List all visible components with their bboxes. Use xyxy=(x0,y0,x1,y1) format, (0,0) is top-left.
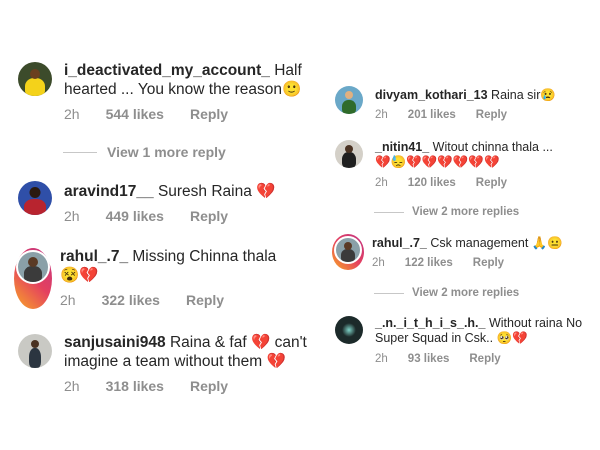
comment-item: rahul_.7_ Csk management 🙏😐 2h 122 likes… xyxy=(332,234,597,271)
timestamp: 2h xyxy=(64,377,80,394)
comment-meta: 2h 122 likes Reply xyxy=(372,256,597,270)
reply-button[interactable]: Reply xyxy=(190,106,228,123)
avatar[interactable] xyxy=(334,236,362,264)
likes-count[interactable]: 201 likes xyxy=(408,108,456,122)
comment-meta: 2h 318 likes Reply xyxy=(64,378,319,395)
avatar[interactable] xyxy=(18,181,52,215)
reply-button[interactable]: Reply xyxy=(476,108,507,122)
reply-button[interactable]: Reply xyxy=(190,378,228,395)
divider xyxy=(63,151,97,153)
comment-content: sanjusaini948 Raina & faf 💔 can't imagin… xyxy=(64,334,319,395)
comment-content: i_deactivated_my_account_ Half hearted .… xyxy=(64,62,319,123)
comment-text: Csk management xyxy=(430,236,529,250)
comment-content: rahul_.7_ Csk management 🙏😐 2h 122 likes… xyxy=(372,234,597,270)
likes-count[interactable]: 322 likes xyxy=(102,292,160,309)
timestamp: 2h xyxy=(375,176,388,189)
likes-count[interactable]: 544 likes xyxy=(106,106,164,123)
likes-count[interactable]: 318 likes xyxy=(106,378,164,395)
comment-meta: 2h 544 likes Reply xyxy=(64,106,319,123)
username[interactable]: rahul_.7_ xyxy=(372,236,427,250)
likes-count[interactable]: 120 likes xyxy=(408,176,456,190)
comment-meta: 2h 120 likes Reply xyxy=(375,176,600,190)
username[interactable]: aravind17__ xyxy=(64,183,154,200)
timestamp: 2h xyxy=(372,257,385,270)
view-more-label[interactable]: View 2 more replies xyxy=(412,206,519,218)
broken-heart-icon: 💔 xyxy=(266,352,286,370)
comment-text: Suresh Raina xyxy=(157,183,252,200)
timestamp: 2h xyxy=(60,291,76,308)
avatar[interactable] xyxy=(335,316,363,344)
avatar[interactable] xyxy=(18,334,52,368)
view-more-label[interactable]: View 1 more reply xyxy=(107,144,226,160)
comment-text: Missing Chinna thala xyxy=(132,248,277,265)
broken-heart-icon: 💔 xyxy=(256,183,276,200)
divider xyxy=(374,292,404,294)
reply-button[interactable]: Reply xyxy=(186,292,224,309)
comment-content: aravind17__ Suresh Raina 💔 2h 449 likes … xyxy=(64,181,319,225)
view-more-replies[interactable]: View 1 more reply xyxy=(63,144,226,160)
comment-item: i_deactivated_my_account_ Half hearted .… xyxy=(18,62,319,123)
username[interactable]: i_deactivated_my_account_ xyxy=(64,62,270,79)
reply-button[interactable]: Reply xyxy=(469,352,500,366)
comment-text: Raina sir xyxy=(491,88,541,102)
view-more-replies[interactable]: View 2 more replies xyxy=(374,206,519,218)
comment-meta: 2h 322 likes Reply xyxy=(60,292,315,309)
comment-content: _.n._i_t_h_i_s_.h._ Without raina No Sup… xyxy=(375,316,600,366)
comment-meta: 2h 449 likes Reply xyxy=(64,208,319,225)
avatar[interactable] xyxy=(16,250,50,284)
view-more-label[interactable]: View 2 more replies xyxy=(412,287,519,299)
comment-item: aravind17__ Suresh Raina 💔 2h 449 likes … xyxy=(18,181,319,225)
emoji: 🙏😐 xyxy=(531,236,563,250)
comment-item: _.n._i_t_h_i_s_.h._ Without raina No Sup… xyxy=(335,316,600,366)
avatar[interactable] xyxy=(335,140,363,168)
username[interactable]: rahul_.7_ xyxy=(60,248,128,265)
timestamp: 2h xyxy=(375,352,388,365)
likes-count[interactable]: 449 likes xyxy=(106,208,164,225)
timestamp: 2h xyxy=(375,109,388,122)
emoji: 🥺💔 xyxy=(496,331,528,346)
broken-heart-icon: 💔😓💔💔💔💔💔💔 xyxy=(375,155,500,170)
avatar[interactable] xyxy=(18,62,52,96)
emoji: 😵💔 xyxy=(60,266,99,284)
reply-button[interactable]: Reply xyxy=(476,176,507,190)
comment-content: _nitin41_ Witout chinna thala ... 💔😓💔💔💔💔… xyxy=(375,140,600,190)
emoji: 😢 xyxy=(540,88,556,102)
view-more-replies[interactable]: View 2 more replies xyxy=(374,287,519,299)
emoji: 🙂 xyxy=(282,80,302,98)
comment-content: rahul_.7_ Missing Chinna thala 😵💔 2h 322… xyxy=(60,248,315,309)
comment-item: rahul_.7_ Missing Chinna thala 😵💔 2h 322… xyxy=(14,248,315,309)
comment-item: divyam_kothari_13 Raina sir😢 2h 201 like… xyxy=(335,86,600,122)
username[interactable]: sanjusaini948 xyxy=(64,334,166,351)
avatar[interactable] xyxy=(335,86,363,114)
username[interactable]: _nitin41_ xyxy=(375,140,429,154)
timestamp: 2h xyxy=(64,105,80,122)
likes-count[interactable]: 93 likes xyxy=(408,352,450,366)
reply-button[interactable]: Reply xyxy=(190,208,228,225)
comment-text: Witout chinna thala ... xyxy=(432,140,553,154)
username[interactable]: divyam_kothari_13 xyxy=(375,88,488,102)
username[interactable]: _.n._i_t_h_i_s_.h._ xyxy=(375,316,485,330)
comment-item: sanjusaini948 Raina & faf 💔 can't imagin… xyxy=(18,334,319,395)
comment-item: _nitin41_ Witout chinna thala ... 💔😓💔💔💔💔… xyxy=(335,140,600,190)
likes-count[interactable]: 122 likes xyxy=(405,256,453,270)
comment-meta: 2h 93 likes Reply xyxy=(375,352,600,366)
story-ring[interactable] xyxy=(14,248,52,309)
comment-content: divyam_kothari_13 Raina sir😢 2h 201 like… xyxy=(375,86,600,122)
story-ring[interactable] xyxy=(332,234,364,271)
divider xyxy=(374,211,404,213)
comment-meta: 2h 201 likes Reply xyxy=(375,108,600,122)
timestamp: 2h xyxy=(64,207,80,224)
reply-button[interactable]: Reply xyxy=(473,256,504,270)
